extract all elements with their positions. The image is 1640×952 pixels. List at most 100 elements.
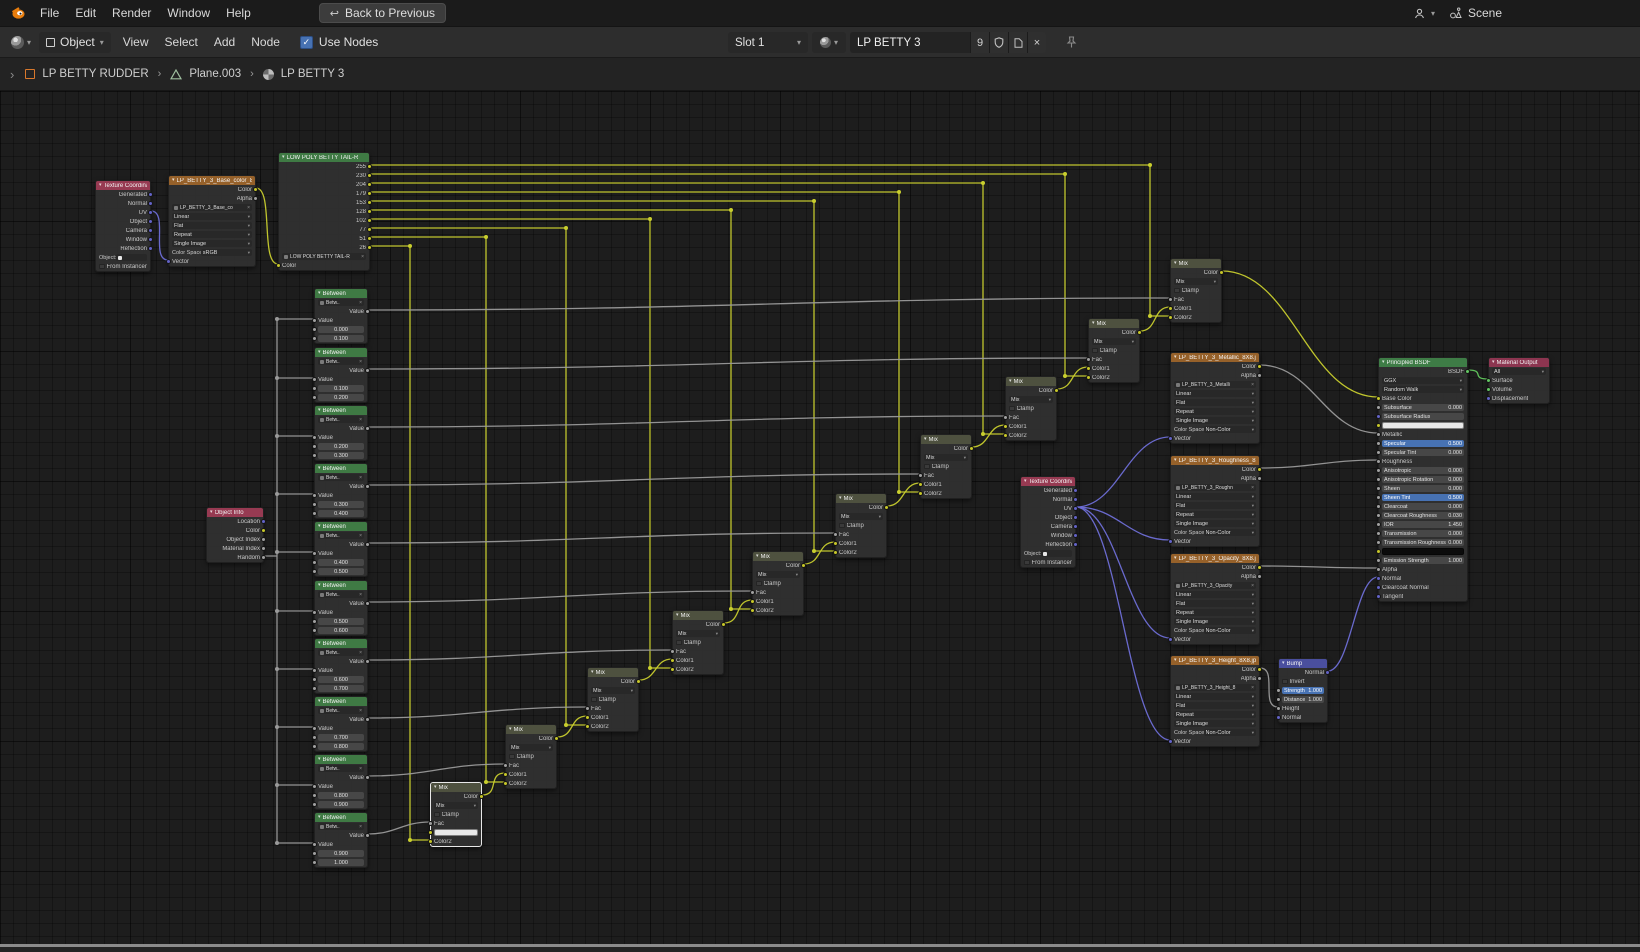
mix-dropdown[interactable]: Mix▾ (1092, 338, 1136, 345)
principled-bsdf-sheen-input-socket[interactable] (1376, 486, 1381, 491)
unlink-icon[interactable]: × (1251, 685, 1254, 691)
collapse-icon[interactable]: ▾ (1282, 661, 1285, 666)
unlink-icon[interactable]: × (359, 650, 362, 656)
unlink-icon[interactable]: × (359, 766, 362, 772)
node-header-mix-1[interactable]: ▾Mix (431, 783, 481, 792)
mix-6-color-output-socket[interactable] (884, 505, 889, 510)
node-header-texcoord-left[interactable]: ▾Texture Coordinate (96, 181, 150, 190)
node-header-between-8[interactable]: ▾Between (315, 697, 367, 706)
value-slider[interactable]: 0.200 (318, 394, 364, 401)
texcoord-left-camera-output-socket[interactable] (148, 228, 153, 233)
img-roughness-color-output-socket[interactable] (1257, 467, 1262, 472)
menu-render[interactable]: Render (104, 3, 159, 23)
ggx-dropdown[interactable]: GGX▾ (1382, 377, 1464, 384)
mix-5-color1-input-socket[interactable] (750, 599, 755, 604)
principled-bsdf-emission-strength-input-socket[interactable] (1376, 558, 1381, 563)
between-2-value-output-socket[interactable] (365, 368, 370, 373)
texcoord-left-generated-output-socket[interactable] (148, 192, 153, 197)
group-lowpoly-betty-tail-204-output-socket[interactable] (367, 182, 372, 187)
mix-8-color1-input-socket[interactable] (1003, 424, 1008, 429)
texcoord-right-normal-output-socket[interactable] (1073, 497, 1078, 502)
value-slider[interactable]: 0.600 (318, 627, 364, 634)
value-slider[interactable]: 0.300 (318, 501, 364, 508)
principled-bsdf-tangent-input-socket[interactable] (1376, 594, 1381, 599)
mix-2-color2-input-socket[interactable] (503, 781, 508, 786)
collapse-icon[interactable]: ▾ (172, 178, 175, 183)
mix-10-fac-input-socket[interactable] (1168, 297, 1173, 302)
node-between-6[interactable]: ▾BetweenBetw..×ValueValue0.5000.600 (314, 580, 368, 636)
node-bump[interactable]: ▾BumpNormalInvertStrength1.000Distance1.… (1278, 658, 1328, 723)
color-space-dropdown[interactable]: Non-Color▾ (1204, 529, 1256, 536)
principled-bsdf-anisotropic-rotation-input-socket[interactable] (1376, 477, 1381, 482)
principled-bsdf-roughness-input-socket[interactable] (1376, 459, 1381, 464)
breadcrumb-mesh-name[interactable]: Plane.003 (189, 68, 241, 80)
node-header-mix-3[interactable]: ▾Mix (588, 668, 638, 677)
img-metallic-alpha-output-socket[interactable] (1257, 373, 1262, 378)
mix-10-color1-input-socket[interactable] (1168, 306, 1173, 311)
bump-strength-input-socket[interactable] (1276, 688, 1281, 693)
unlink-icon[interactable]: × (359, 708, 362, 714)
between-5-slider-input-socket[interactable] (312, 560, 317, 565)
group-lowpoly-betty-tail-153-output-socket[interactable] (367, 200, 372, 205)
mix-dropdown[interactable]: Mix▾ (591, 687, 635, 694)
between-6-slider-input-socket[interactable] (312, 619, 317, 624)
unlink-icon[interactable]: × (359, 417, 362, 423)
anisotropic-rotation-slider[interactable]: Anisotropic Rotation0.000 (1382, 476, 1464, 483)
betw-datablock-field[interactable]: Betw..× (318, 416, 364, 423)
collapse-icon[interactable]: ▾ (282, 155, 285, 160)
collapse-icon[interactable]: ▾ (676, 613, 679, 618)
collapse-icon[interactable]: ▾ (1092, 321, 1095, 326)
between-3-value-output-socket[interactable] (365, 426, 370, 431)
object-info-material-index-output-socket[interactable] (261, 546, 266, 551)
img-basecolor-alpha-output-socket[interactable] (253, 196, 258, 201)
transmission-roughness-slider[interactable]: Transmission Roughness0.000 (1382, 539, 1464, 546)
mix-7-color2-input-socket[interactable] (918, 491, 923, 496)
mix-4-color2-input-socket[interactable] (670, 667, 675, 672)
texcoord-left-normal-output-socket[interactable] (148, 201, 153, 206)
shader-node-editor[interactable]: ▾Texture CoordinateGeneratedNormalUVObje… (0, 91, 1640, 944)
principled-bsdf-transmission-roughness-input-socket[interactable] (1376, 540, 1381, 545)
clamp-checkbox[interactable] (591, 697, 597, 703)
img-opacity-alpha-output-socket[interactable] (1257, 574, 1262, 579)
collapse-icon[interactable]: ▾ (434, 785, 437, 790)
between-10-value-output-socket[interactable] (365, 833, 370, 838)
specular-slider[interactable]: Specular0.500 (1382, 440, 1464, 447)
group-lowpoly-betty-tail-color-input-socket[interactable] (276, 263, 281, 268)
clamp-checkbox[interactable] (924, 464, 930, 470)
texcoord-right-uv-output-socket[interactable] (1073, 506, 1078, 511)
principled-bsdf-subsurface-radius-input-socket[interactable] (1376, 414, 1381, 419)
node-between-10[interactable]: ▾BetweenBetw..×ValueValue0.9001.000 (314, 812, 368, 868)
group-lowpoly-betty-tail-128-output-socket[interactable] (367, 209, 372, 214)
between-4-value-output-socket[interactable] (365, 484, 370, 489)
value-slider[interactable]: 0.700 (318, 685, 364, 692)
lp-betty-3-height-8-datablock-field[interactable]: LP_BETTY_3_Height_8× (1174, 684, 1256, 691)
between-7-value-output-socket[interactable] (365, 659, 370, 664)
clamp-checkbox[interactable] (839, 523, 845, 529)
lp-betty-3-base-co-datablock-field[interactable]: LP_BETTY_3_Base_co× (172, 204, 252, 211)
mix-1-color-output-socket[interactable] (479, 794, 484, 799)
emission-strength-slider[interactable]: Emission Strength1.000 (1382, 557, 1464, 564)
mix-3-color2-input-socket[interactable] (585, 724, 590, 729)
node-principled-bsdf[interactable]: ▾Principled BSDFBSDFGGX▾Random Walk▾Base… (1378, 357, 1468, 602)
group-lowpoly-betty-tail-255-output-socket[interactable] (367, 164, 372, 169)
value-slider[interactable]: 0.400 (318, 559, 364, 566)
collapse-icon[interactable]: ▾ (1174, 261, 1177, 266)
node-header-between-4[interactable]: ▾Between (315, 464, 367, 473)
editor-type-button[interactable]: ▾ (7, 31, 35, 53)
back-to-previous-button[interactable]: ↩ Back to Previous (319, 3, 446, 23)
single-image-dropdown[interactable]: Single Image▾ (1174, 520, 1256, 527)
mix-3-color-output-socket[interactable] (636, 679, 641, 684)
node-mix-10[interactable]: ▾MixColorMix▾ClampFacColor1Color2 (1170, 258, 1222, 323)
principled-bsdf-specular-input-socket[interactable] (1376, 441, 1381, 446)
mix-9-color-output-socket[interactable] (1137, 330, 1142, 335)
between-5-value-output-socket[interactable] (365, 542, 370, 547)
between-6-slider-input-socket[interactable] (312, 628, 317, 633)
repeat-dropdown[interactable]: Repeat▾ (1174, 609, 1256, 616)
mix-6-color2-input-socket[interactable] (833, 550, 838, 555)
texcoord-left-reflection-output-socket[interactable] (148, 246, 153, 251)
node-between-1[interactable]: ▾BetweenBetw..×ValueValue0.0000.100 (314, 288, 368, 344)
clearcoat-slider[interactable]: Clearcoat0.000 (1382, 503, 1464, 510)
value-slider[interactable]: 0.800 (318, 743, 364, 750)
principled-bsdf-subsurface-color-input-socket[interactable] (1376, 423, 1381, 428)
chevron-down-icon[interactable]: ▾ (1431, 9, 1435, 18)
